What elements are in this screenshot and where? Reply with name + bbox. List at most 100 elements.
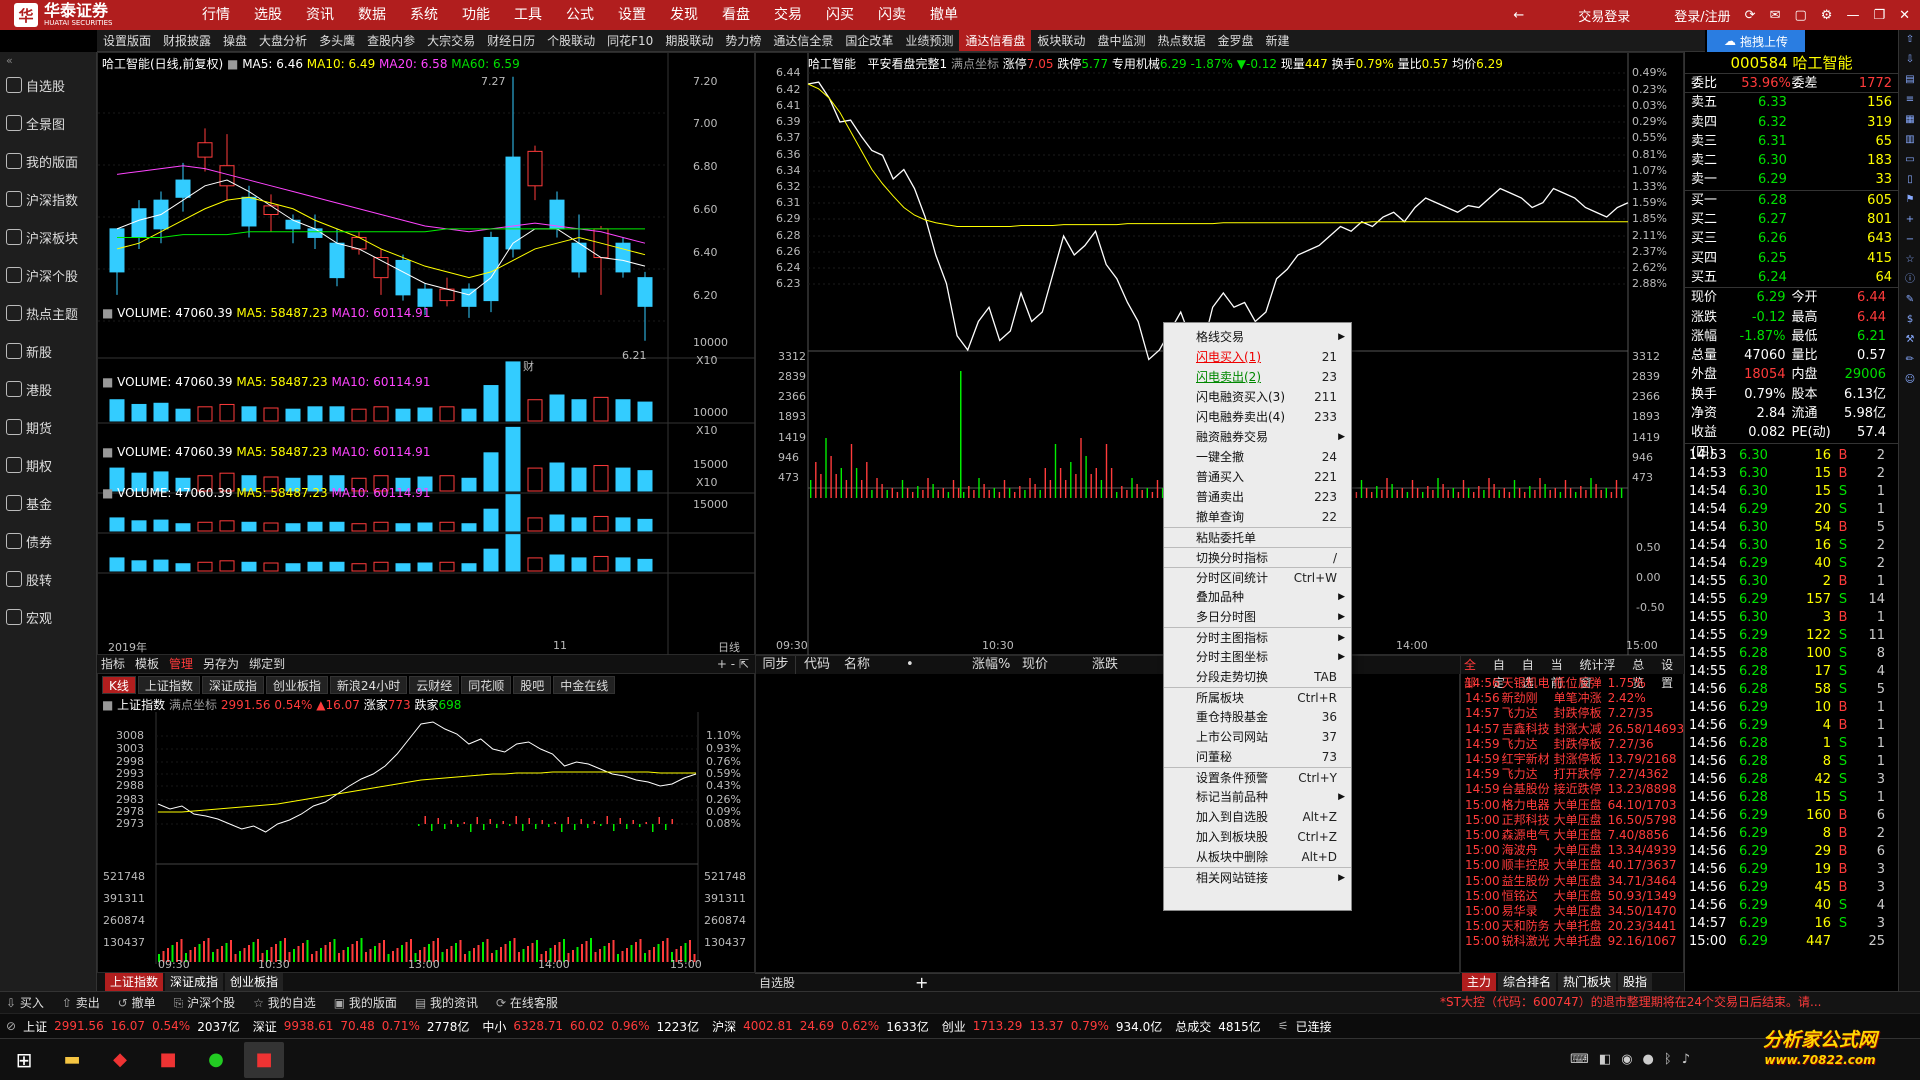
network-icon[interactable]: ◉ — [1621, 1052, 1632, 1067]
up-icon[interactable]: ⇧ — [1899, 30, 1920, 50]
trade-login-button[interactable]: 交易登录 — [1578, 6, 1630, 25]
index-panel[interactable]: K线 上证指数 深证成指 创业板指 新浪24小时 云财经 同花顺 股吧 中金在线 ■ 上证指数 … — [97, 673, 755, 973]
news-row[interactable]: 14:59 台基股份 接近跌停 13.23/8898 — [1461, 782, 1685, 797]
list-column-header[interactable]: 代码 — [796, 656, 836, 674]
toolbar-item[interactable]: 通达信全景 — [767, 30, 839, 51]
kline-tab[interactable]: 另存为 — [203, 655, 239, 673]
order-book-row[interactable]: 卖五 6.33 156 — [1685, 93, 1898, 112]
news-tab[interactable]: 统计浮窗 — [1580, 656, 1628, 690]
grid-icon[interactable]: ▦ — [1899, 110, 1920, 130]
list-footer-tab[interactable]: 自选股 + — [755, 973, 1460, 992]
news-tab[interactable]: 总览 — [1632, 656, 1656, 690]
add-icon[interactable]: + — [915, 974, 928, 992]
news-bottom-tab[interactable]: 综合排名 — [1498, 973, 1557, 991]
toolbar-item[interactable]: 新建 — [1259, 30, 1295, 51]
context-menu-item[interactable]: 撤单查询 22 — [1164, 507, 1351, 527]
sidebar-item[interactable]: 沪深板块 — [0, 218, 96, 256]
news-tab[interactable]: 自选 — [1522, 656, 1546, 690]
news-tab[interactable]: 自定 — [1493, 656, 1517, 690]
index-name[interactable]: 中小 — [482, 1018, 506, 1035]
context-menu-item[interactable]: 叠加品种 ▶ — [1164, 587, 1351, 607]
menu-item[interactable]: 撤单 — [918, 0, 970, 30]
order-book-row[interactable]: 卖一 6.29 33 — [1685, 170, 1898, 189]
context-menu-item[interactable]: 普通卖出 223 — [1164, 487, 1351, 507]
action-bar-item[interactable]: ↺ 撤单 — [118, 994, 156, 1011]
context-menu-item[interactable]: 闪电卖出(2) 23 — [1164, 367, 1351, 387]
menu-item[interactable]: 选股 — [242, 0, 294, 30]
toolbar-item[interactable]: 操盘 — [217, 30, 253, 51]
windows-start-icon[interactable]: ⊞ — [4, 1042, 44, 1078]
toolbar-item[interactable]: 热点数据 — [1151, 30, 1211, 51]
list-column-header[interactable]: 现价 — [1014, 656, 1084, 674]
context-menu-item[interactable]: 所属板块 Ctrl+R — [1164, 687, 1351, 707]
menu-item[interactable]: 资讯 — [294, 0, 346, 30]
context-menu-item[interactable]: 分时主图指标 ▶ — [1164, 627, 1351, 647]
list-column-header[interactable]: 涨幅% — [964, 656, 1014, 674]
index-name[interactable]: 创业 — [942, 1018, 966, 1035]
panel-controls-icon[interactable]: + - ⇱ — [717, 655, 755, 673]
volume-icon[interactable]: ♪ — [1682, 1052, 1690, 1067]
index-bottom-tab[interactable]: 创业板指 — [225, 973, 284, 991]
toolbar-item[interactable]: 期股联动 — [659, 30, 719, 51]
kline-tab[interactable]: 指标 — [101, 655, 125, 673]
news-row[interactable]: 15:00 天和防务 大单托盘 20.23/3441 — [1461, 919, 1685, 934]
news-row[interactable]: 15:00 海波舟 大单压盘 13.34/4939 — [1461, 843, 1685, 858]
sidebar-item[interactable]: 沪深个股 — [0, 256, 96, 294]
context-menu-item[interactable]: 设置条件预警 Ctrl+Y — [1164, 767, 1351, 787]
index-name[interactable]: 沪深 — [712, 1018, 736, 1035]
menu-item[interactable]: 交易 — [762, 0, 814, 30]
sidebar-item[interactable]: 港股 — [0, 370, 96, 408]
sidebar-item[interactable]: 期权 — [0, 446, 96, 484]
news-row[interactable]: 15:00 恒铭达 大单压盘 50.93/1349 — [1461, 889, 1685, 904]
info-icon[interactable]: ⓘ — [1899, 270, 1920, 290]
toolbar-item[interactable]: 大盘分析 — [253, 30, 313, 51]
news-row[interactable]: 15:00 顺丰控股 大单压盘 40.17/3637 — [1461, 858, 1685, 873]
toolbar-item[interactable]: 金罗盘 — [1211, 30, 1259, 51]
bluetooth-icon[interactable]: ᛒ — [1664, 1052, 1672, 1067]
menu-item[interactable]: 发现 — [658, 0, 710, 30]
menu-item[interactable]: 闪卖 — [866, 0, 918, 30]
keyboard-icon[interactable]: ⌨ — [1570, 1052, 1589, 1067]
context-menu-item[interactable]: 相关网站链接 ▶ — [1164, 867, 1351, 887]
toolbar-item[interactable]: 查股内参 — [361, 30, 421, 51]
context-menu-item[interactable]: 标记当前品种 ▶ — [1164, 787, 1351, 807]
bar-icon[interactable]: ▥ — [1899, 130, 1920, 150]
news-row[interactable]: 15:00 益生股份 大单压盘 34.71/3464 — [1461, 874, 1685, 889]
toolbar-item[interactable]: 设置版面 — [97, 30, 157, 51]
context-menu-item[interactable]: 分段走势切换 TAB — [1164, 667, 1351, 687]
toolbar-item[interactable]: 板块联动 — [1031, 30, 1091, 51]
user-login-button[interactable]: 登录/注册 — [1674, 6, 1730, 25]
menu-item[interactable]: 公式 — [554, 0, 606, 30]
toolbar-item[interactable]: 同花F10 — [601, 30, 659, 51]
chart-icon[interactable]: ▤ — [1899, 70, 1920, 90]
action-bar-item[interactable]: ☆ 我的自选 — [253, 994, 316, 1011]
wechat-tray-icon[interactable]: ● — [1643, 1052, 1654, 1067]
action-bar-item[interactable]: ⇧ 卖出 — [62, 994, 100, 1011]
back-button[interactable]: ← — [1513, 8, 1524, 23]
news-bottom-tab[interactable]: 热门板块 — [1558, 973, 1617, 991]
sidebar-item[interactable]: 我的版面 — [0, 142, 96, 180]
order-book-row[interactable]: 买二 6.27 801 — [1685, 210, 1898, 229]
sidebar-collapse-icon[interactable]: « — [0, 52, 96, 67]
news-tab[interactable]: 当前 — [1551, 656, 1575, 690]
order-book-row[interactable]: 买五 6.24 64 — [1685, 268, 1898, 287]
list-column-header[interactable]: 名称 — [836, 656, 898, 674]
index-name[interactable]: 深证 — [253, 1018, 277, 1035]
note-icon[interactable]: ✎ — [1899, 290, 1920, 310]
context-menu-item[interactable]: 问董秘 73 — [1164, 747, 1351, 767]
context-menu-item[interactable]: 分时区间统计 Ctrl+W — [1164, 567, 1351, 587]
money-icon[interactable]: $ — [1899, 310, 1920, 330]
menu-item[interactable]: 行情 — [190, 0, 242, 30]
huatai-active-taskbar-icon[interactable]: ■ — [244, 1041, 284, 1078]
menu-item[interactable]: 系统 — [398, 0, 450, 30]
context-menu-item[interactable]: 闪电融券卖出(4) 233 — [1164, 407, 1351, 427]
skin-icon[interactable]: ▢ — [1794, 8, 1806, 23]
tray-app-icon[interactable]: ◧ — [1599, 1052, 1611, 1067]
sidebar-item[interactable]: 基金 — [0, 484, 96, 522]
huatai-taskbar-icon[interactable]: ■ — [148, 1042, 188, 1078]
menu-item[interactable]: 工具 — [502, 0, 554, 30]
news-row[interactable]: 14:57 吉鑫科技 封涨大减 26.58/14693 — [1461, 722, 1685, 737]
context-menu-item[interactable]: 粘贴委托单 — [1164, 527, 1351, 547]
toolbar-item[interactable]: 财经日历 — [481, 30, 541, 51]
sidebar-item[interactable]: 债券 — [0, 522, 96, 560]
